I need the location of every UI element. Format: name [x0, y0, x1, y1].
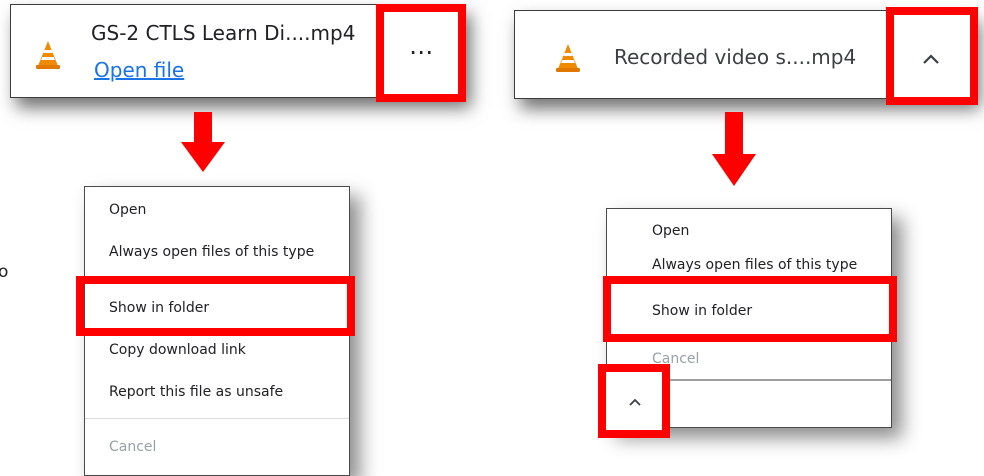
chevron-up-icon — [629, 398, 641, 406]
arrow-down-right — [712, 112, 756, 186]
highlight-show-in-folder-left — [76, 276, 355, 336]
menu-item-always-open[interactable]: Always open files of this type — [607, 253, 891, 277]
more-dots-icon: ⋯ — [409, 38, 433, 66]
menu-item-open[interactable]: Open — [85, 197, 349, 223]
more-options-button[interactable]: ⋯ — [376, 4, 466, 102]
menu-item-report-unsafe[interactable]: Report this file as unsafe — [85, 379, 349, 405]
highlight-show-in-folder-right — [603, 276, 897, 342]
vlc-icon — [36, 41, 60, 69]
open-file-link[interactable]: Open file — [94, 58, 184, 82]
expand-chevron-button[interactable] — [886, 7, 978, 105]
menu-item-open[interactable]: Open — [607, 219, 891, 243]
vlc-icon — [556, 44, 580, 72]
collapse-chevron-button[interactable] — [598, 364, 670, 438]
file-name-label: GS-2 CTLS Learn Di....mp4 — [91, 21, 356, 45]
arrow-down-left — [181, 112, 225, 172]
chevron-up-icon — [923, 54, 939, 64]
file-name-label: Recorded video s....mp4 — [614, 45, 857, 69]
menu-item-always-open[interactable]: Always open files of this type — [85, 239, 349, 265]
menu-item-copy-download-link[interactable]: Copy download link — [85, 337, 349, 363]
clipped-text-fragment: o — [0, 262, 9, 282]
menu-separator — [85, 418, 349, 419]
menu-item-cancel: Cancel — [109, 439, 157, 455]
